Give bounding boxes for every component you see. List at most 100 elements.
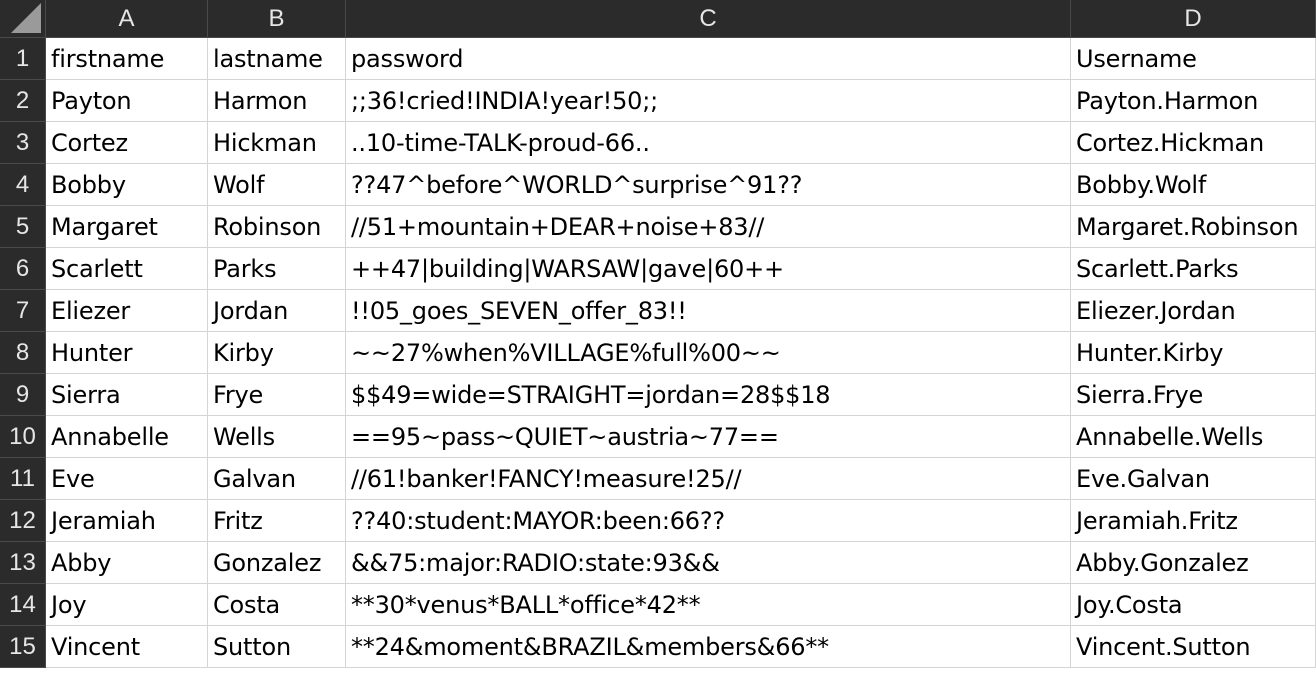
table-row: Vincent Sutton **24&moment&BRAZIL&members&… xyxy=(46,626,1316,668)
row-header[interactable]: 9 xyxy=(0,374,46,416)
password-cell[interactable]: ;;36!cried!INDIA!year!50;; xyxy=(346,80,1071,122)
table-row: Joy Costa **30*venus*BALL*office*42** Joy.C… xyxy=(46,584,1316,626)
username-cell[interactable]: Payton.Harmon xyxy=(1071,80,1316,122)
username-cell[interactable]: Cortez.Hickman xyxy=(1071,122,1316,164)
lastname-cell[interactable]: Hickman xyxy=(208,122,346,164)
lastname-cell[interactable]: Wells xyxy=(208,416,346,458)
table-row: Eve Galvan//61!banker!FANCY!measure!25//E… xyxy=(46,458,1316,500)
username-cell[interactable]: Eve.Galvan xyxy=(1071,458,1316,500)
row-header[interactable]: 2 xyxy=(0,80,46,122)
firstname-cell[interactable]: Bobby xyxy=(46,164,208,206)
lastname-cell[interactable]: Robinson xyxy=(208,206,346,248)
table-row: Payton Harmon ;;36!cried!INDIA!year!50;; Pa… xyxy=(46,80,1316,122)
password-cell[interactable]: ??47^before^WORLD^surprise^91?? xyxy=(346,164,1071,206)
firstname-cell[interactable]: Abby xyxy=(46,542,208,584)
table-row: Abby Gonzalez &&75:major:RADIO:state:93&& A… xyxy=(46,542,1316,584)
row-header[interactable]: 4 xyxy=(0,164,46,206)
lastname-cell[interactable]: Gonzalez xyxy=(208,542,346,584)
header-cell[interactable]: lastname xyxy=(208,38,346,80)
lastname-cell[interactable]: Sutton xyxy=(208,626,346,668)
table-row: Margaret Robinson//51+mountain+DEAR+noise… xyxy=(46,206,1316,248)
username-cell[interactable]: Hunter.Kirby xyxy=(1071,332,1316,374)
username-cell[interactable]: Vincent.Sutton xyxy=(1071,626,1316,668)
row-header[interactable]: 6 xyxy=(0,248,46,290)
row-header[interactable]: 8 xyxy=(0,332,46,374)
firstname-cell[interactable]: Margaret xyxy=(46,206,208,248)
row-header[interactable]: 10 xyxy=(0,416,46,458)
password-cell[interactable]: **30*venus*BALL*office*42** xyxy=(346,584,1071,626)
lastname-cell[interactable]: Parks xyxy=(208,248,346,290)
firstname-cell[interactable]: Hunter xyxy=(46,332,208,374)
header-cell[interactable]: Username xyxy=(1071,38,1316,80)
password-cell[interactable]: &&75:major:RADIO:state:93&& xyxy=(346,542,1071,584)
username-cell[interactable]: Scarlett.Parks xyxy=(1071,248,1316,290)
firstname-cell[interactable]: Jeramiah xyxy=(46,500,208,542)
firstname-cell[interactable]: Sierra xyxy=(46,374,208,416)
lastname-cell[interactable]: Costa xyxy=(208,584,346,626)
firstname-cell[interactable]: Eliezer xyxy=(46,290,208,332)
table-row: Scarlett Parks ++47|building|WARSAW|gave|6… xyxy=(46,248,1316,290)
password-cell[interactable]: **24&moment&BRAZIL&members&66** xyxy=(346,626,1071,668)
lastname-cell[interactable]: Fritz xyxy=(208,500,346,542)
username-cell[interactable]: Abby.Gonzalez xyxy=(1071,542,1316,584)
password-cell[interactable]: !!05_goes_SEVEN_offer_83!! xyxy=(346,290,1071,332)
row-header[interactable]: 1 xyxy=(0,38,46,80)
column-header-a[interactable]: A xyxy=(46,0,208,38)
username-cell[interactable]: Annabelle.Wells xyxy=(1071,416,1316,458)
firstname-cell[interactable]: Annabelle xyxy=(46,416,208,458)
header-cell[interactable]: password xyxy=(346,38,1071,80)
username-cell[interactable]: Margaret.Robinson xyxy=(1071,206,1316,248)
row-header[interactable]: 15 xyxy=(0,626,46,668)
password-cell[interactable]: ++47|building|WARSAW|gave|60++ xyxy=(346,248,1071,290)
lastname-cell[interactable]: Wolf xyxy=(208,164,346,206)
column-headers: A B C D xyxy=(46,0,1316,38)
table-row: Bobby Wolf ??47^before^WORLD^surprise^91??… xyxy=(46,164,1316,206)
select-all-triangle-icon xyxy=(11,3,41,33)
lastname-cell[interactable]: Harmon xyxy=(208,80,346,122)
firstname-cell[interactable]: Eve xyxy=(46,458,208,500)
table-row: Jeramiah Fritz ??40:student:MAYOR:been:66?… xyxy=(46,500,1316,542)
lastname-cell[interactable]: Frye xyxy=(208,374,346,416)
lastname-cell[interactable]: Jordan xyxy=(208,290,346,332)
spreadsheet: A B C D 1 2 3 4 5 6 7 8 9 10 11 12 13 14 15 firstname l… xyxy=(0,0,1316,673)
username-cell[interactable]: Joy.Costa xyxy=(1071,584,1316,626)
column-header-c[interactable]: C xyxy=(346,0,1071,38)
select-all-button[interactable] xyxy=(0,0,46,38)
row-header[interactable]: 7 xyxy=(0,290,46,332)
row-header[interactable]: 12 xyxy=(0,500,46,542)
firstname-cell[interactable]: Vincent xyxy=(46,626,208,668)
column-header-b[interactable]: B xyxy=(208,0,346,38)
firstname-cell[interactable]: Scarlett xyxy=(46,248,208,290)
password-cell[interactable]: ??40:student:MAYOR:been:66?? xyxy=(346,500,1071,542)
row-header[interactable]: 14 xyxy=(0,584,46,626)
table-row: Annabelle Wells ==95~pass~QUIET~austria~77… xyxy=(46,416,1316,458)
row-headers: 1 2 3 4 5 6 7 8 9 10 11 12 13 14 15 xyxy=(0,38,46,668)
password-cell[interactable]: //51+mountain+DEAR+noise+83// xyxy=(346,206,1071,248)
table-row: Hunter Kirby ~~27%when%VILLAGE%full%00~~ Hu… xyxy=(46,332,1316,374)
row-header[interactable]: 5 xyxy=(0,206,46,248)
header-cell[interactable]: firstname xyxy=(46,38,208,80)
username-cell[interactable]: Bobby.Wolf xyxy=(1071,164,1316,206)
username-cell[interactable]: Jeramiah.Fritz xyxy=(1071,500,1316,542)
username-cell[interactable]: Eliezer.Jordan xyxy=(1071,290,1316,332)
firstname-cell[interactable]: Joy xyxy=(46,584,208,626)
row-header[interactable]: 11 xyxy=(0,458,46,500)
table-row: firstname lastname password Username xyxy=(46,38,1316,80)
lastname-cell[interactable]: Kirby xyxy=(208,332,346,374)
password-cell[interactable]: ~~27%when%VILLAGE%full%00~~ xyxy=(346,332,1071,374)
password-cell[interactable]: ..10-time-TALK-proud-66.. xyxy=(346,122,1071,164)
table-row: Cortez Hickman ..10-time-TALK-proud-66.. Co… xyxy=(46,122,1316,164)
table-row: Eliezer Jordan !!05_goes_SEVEN_offer_83!! E… xyxy=(46,290,1316,332)
column-header-d[interactable]: D xyxy=(1071,0,1316,38)
password-cell[interactable]: //61!banker!FANCY!measure!25// xyxy=(346,458,1071,500)
password-cell[interactable]: ==95~pass~QUIET~austria~77== xyxy=(346,416,1071,458)
row-header[interactable]: 3 xyxy=(0,122,46,164)
row-header[interactable]: 13 xyxy=(0,542,46,584)
table-row: Sierra Frye $$49=wide=STRAIGHT=jordan=28$$… xyxy=(46,374,1316,416)
cell-grid: firstname lastname password Username Payton H… xyxy=(46,38,1316,668)
username-cell[interactable]: Sierra.Frye xyxy=(1071,374,1316,416)
lastname-cell[interactable]: Galvan xyxy=(208,458,346,500)
password-cell[interactable]: $$49=wide=STRAIGHT=jordan=28$$18 xyxy=(346,374,1071,416)
firstname-cell[interactable]: Payton xyxy=(46,80,208,122)
firstname-cell[interactable]: Cortez xyxy=(46,122,208,164)
